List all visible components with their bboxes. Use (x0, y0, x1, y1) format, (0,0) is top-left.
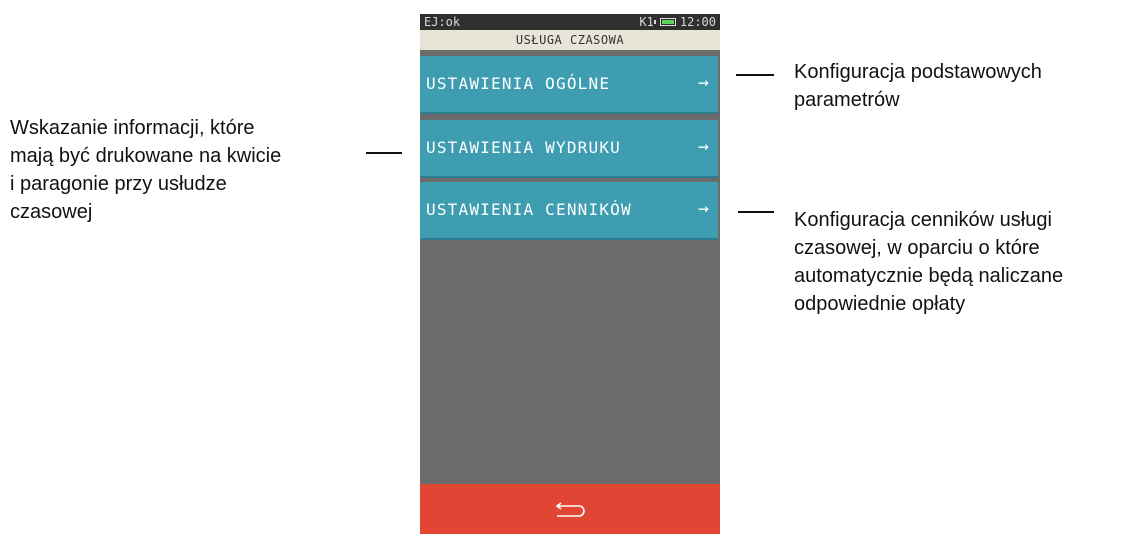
annotation-line: czasowej (10, 201, 93, 223)
annotation-line: mają być drukowane na kwicie (10, 145, 282, 167)
status-ej: EJ:ok (424, 15, 461, 29)
back-bar[interactable] (420, 484, 720, 534)
battery-tip (653, 20, 656, 24)
connector-left (366, 152, 402, 154)
annotation-line: i paragonie przy usłudze (10, 173, 227, 195)
menu-item-label: USTAWIENIA CENNIKÓW (426, 200, 632, 219)
menu-item-label: USTAWIENIA OGÓLNE (426, 74, 611, 93)
annotation-left: Wskazanie informacji, które mają być dru… (10, 114, 281, 226)
annotation-line: Wskazanie informacji, które (10, 117, 255, 139)
annotation-right-bottom: Konfiguracja cenników usługi czasowej, w… (794, 206, 1063, 318)
screen-title: USŁUGA CZASOWA (420, 30, 720, 50)
device-screen: EJ:ok K1 12:00 USŁUGA CZASOWA USTAWIENIA… (420, 14, 720, 534)
annotation-line: parametrów (794, 89, 900, 111)
annotation-line: Konfiguracja podstawowych (794, 61, 1042, 83)
arrow-right-icon: → (697, 136, 710, 157)
connector-right-bottom (738, 211, 774, 213)
annotation-line: Konfiguracja cenników usługi (794, 209, 1052, 231)
annotation-line: odpowiednie opłaty (794, 293, 966, 315)
status-right: K1 12:00 (639, 14, 716, 30)
annotation-line: automatycznie będą naliczane (794, 265, 1064, 287)
annotation-right-top: Konfiguracja podstawowych parametrów (794, 58, 1042, 114)
back-arrow-icon[interactable] (555, 499, 587, 519)
status-k1: K1 (639, 15, 654, 29)
menu-item-label: USTAWIENIA WYDRUKU (426, 138, 621, 157)
menu-item-print[interactable]: USTAWIENIA WYDRUKU → (420, 120, 718, 176)
annotation-line: czasowej, w oparciu o które (794, 237, 1040, 259)
connector-right-top (736, 74, 774, 76)
battery-icon (659, 18, 676, 26)
menu-item-price-lists[interactable]: USTAWIENIA CENNIKÓW → (420, 182, 718, 238)
arrow-right-icon: → (697, 198, 710, 219)
status-time: 12:00 (679, 15, 716, 29)
arrow-right-icon: → (697, 72, 710, 93)
status-bar: EJ:ok K1 12:00 (420, 14, 720, 30)
menu-item-general[interactable]: USTAWIENIA OGÓLNE → (420, 56, 718, 112)
